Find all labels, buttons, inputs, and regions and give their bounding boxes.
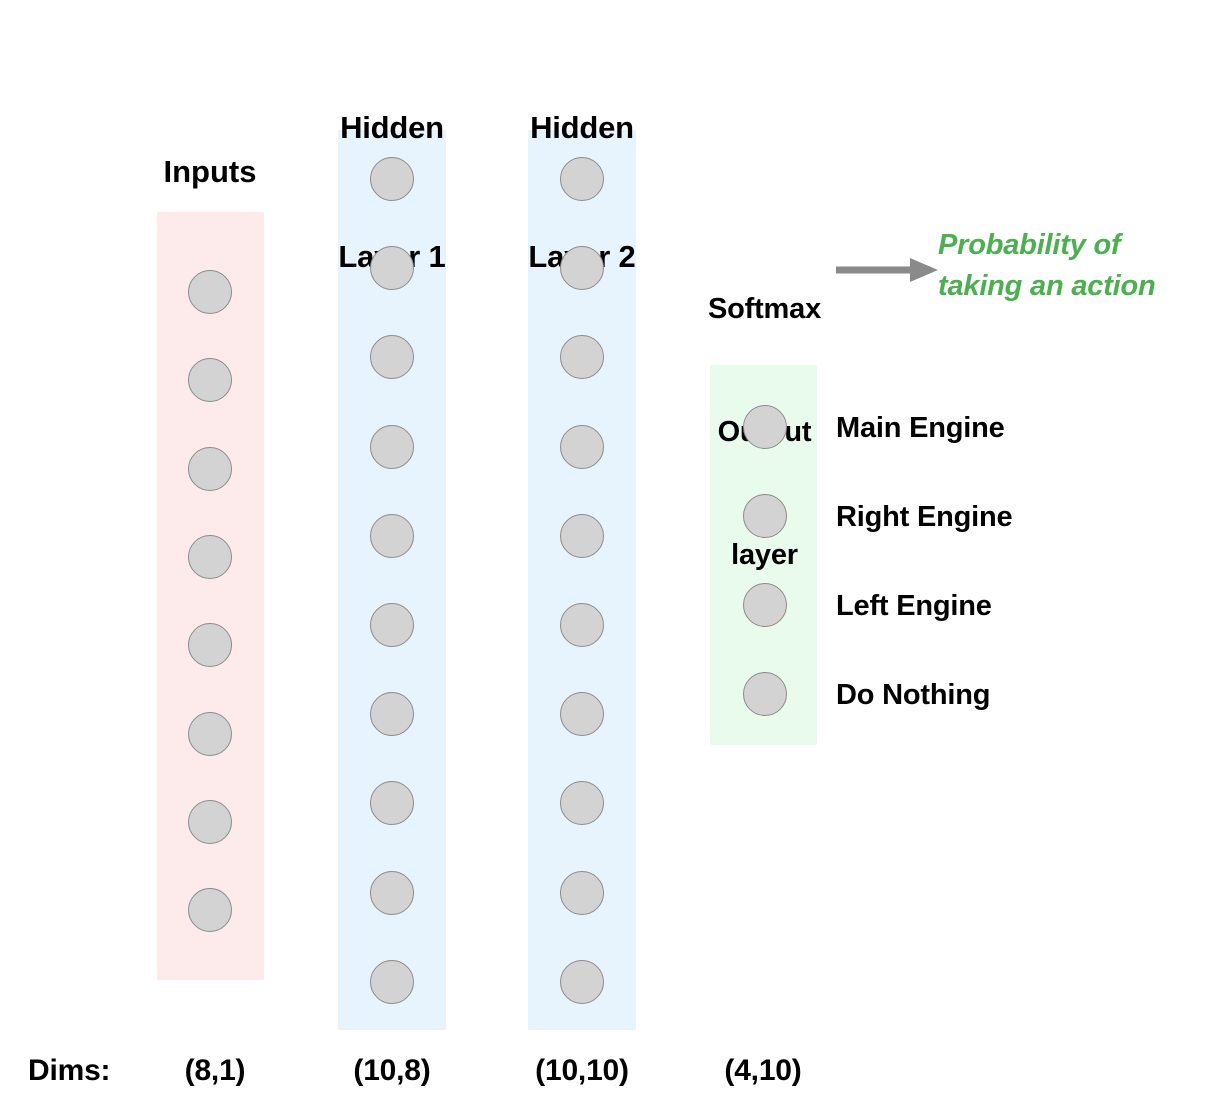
neural-network-diagram: Hidden Layer 1 Hidden Layer 2 Inputs Sof…: [0, 0, 1220, 1120]
output-node: [743, 405, 787, 449]
input-node: [188, 711, 232, 756]
hidden-1-node: [370, 692, 414, 737]
probability-annotation-line2: taking an action: [938, 270, 1156, 302]
hidden-1-node: [370, 603, 414, 647]
probability-annotation-line1: Probability of: [938, 229, 1121, 261]
hidden-1-node: [370, 870, 414, 915]
probability-annotation: Probability of taking an action: [938, 225, 1208, 307]
arrow-icon: [834, 252, 938, 288]
hidden-1-node: [370, 959, 414, 1004]
hidden-2-node: [560, 870, 604, 915]
output-layer-title-line3: layer: [731, 539, 798, 571]
hidden-2-node: [560, 157, 604, 201]
hidden-1-node: [370, 424, 414, 469]
input-layer-band: [157, 212, 264, 980]
input-node: [188, 446, 232, 491]
hidden-1-node: [370, 157, 414, 201]
dims-value-inputs: (8,1): [184, 1054, 246, 1087]
hidden-2-node: [560, 692, 604, 737]
dims-value-hidden1: (10,8): [353, 1054, 431, 1087]
dims-value-hidden2: (10,10): [535, 1054, 629, 1087]
hidden-2-node: [560, 513, 604, 558]
hidden-2-node: [560, 959, 604, 1004]
output-node: [743, 583, 787, 627]
output-action-label: Right Engine: [836, 501, 1013, 533]
output-layer-title-line1: Softmax: [707, 293, 821, 325]
output-node: [743, 494, 787, 538]
output-action-label: Main Engine: [836, 412, 1005, 444]
dims-row-label: Dims:: [28, 1054, 111, 1087]
hidden-2-node: [560, 246, 604, 291]
output-node: [743, 672, 787, 716]
hidden-2-node: [560, 603, 604, 647]
hidden-1-node: [370, 513, 414, 558]
output-action-label: Left Engine: [836, 590, 992, 622]
hidden-2-node: [560, 424, 604, 469]
hidden-layer-2-title-line1: Hidden: [530, 110, 634, 145]
input-node: [188, 358, 232, 403]
input-node: [188, 534, 232, 579]
input-node: [188, 270, 232, 314]
hidden-1-node: [370, 246, 414, 291]
input-layer-title: Inputs: [163, 154, 257, 189]
input-node: [188, 623, 232, 668]
input-node: [188, 799, 232, 844]
input-node: [188, 888, 232, 933]
hidden-layer-1-title-line1: Hidden: [340, 110, 444, 145]
output-action-label: Do Nothing: [836, 679, 991, 711]
dims-value-output: (4,10): [724, 1054, 802, 1087]
